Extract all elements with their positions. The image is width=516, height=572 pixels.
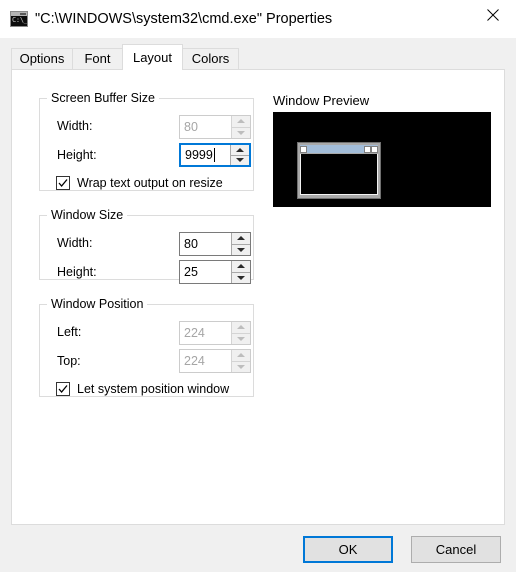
- checkbox-box: [56, 176, 70, 190]
- label-position-top: Top:: [57, 354, 81, 368]
- label-window-width: Width:: [57, 236, 93, 250]
- wrap-text-output-checkbox[interactable]: Wrap text output on resize: [56, 175, 223, 191]
- label-position-left: Left:: [57, 325, 82, 339]
- window-position-top-decrement-button[interactable]: [232, 361, 250, 372]
- label-buffer-width: Width:: [57, 119, 93, 133]
- window-position-left-spin-buttons[interactable]: [231, 322, 250, 344]
- window-position-left-stepper[interactable]: 224: [179, 321, 251, 345]
- preview-close-box: [371, 145, 378, 153]
- window-size-height-stepper[interactable]: 25: [179, 260, 251, 284]
- wrap-text-output-label: Wrap text output on resize: [77, 176, 223, 190]
- let-system-position-window-checkbox[interactable]: Let system position window: [56, 381, 229, 397]
- chevron-down-icon: [236, 158, 244, 163]
- window-title: "C:\WINDOWS\system32\cmd.exe" Properties: [35, 11, 333, 27]
- screen-buffer-width-stepper[interactable]: 80: [179, 115, 251, 139]
- tab-strip: Options Font Layout Colors: [11, 44, 505, 70]
- tab-options[interactable]: Options: [11, 48, 73, 70]
- group-window-size: Window Size Width: 80 Height: 25: [39, 208, 254, 284]
- chevron-up-icon: [236, 147, 244, 152]
- screen-buffer-height-spin-buttons[interactable]: [230, 145, 249, 165]
- chevron-up-icon: [237, 119, 245, 124]
- label-window-height: Height:: [57, 265, 97, 279]
- screen-buffer-height-text: 9999: [185, 148, 213, 162]
- label-buffer-height: Height:: [57, 148, 97, 162]
- screen-buffer-width-decrement-button[interactable]: [232, 127, 250, 138]
- cmd-icon-text: C:\_: [12, 16, 28, 24]
- preview-window-titlebar: [300, 145, 378, 153]
- screen-buffer-height-increment-button[interactable]: [231, 145, 249, 156]
- window-position-left-value[interactable]: 224: [180, 322, 231, 344]
- window-position-top-increment-button[interactable]: [232, 350, 250, 362]
- window-size-width-spin-buttons[interactable]: [231, 233, 250, 255]
- ok-button[interactable]: OK: [303, 536, 393, 563]
- preview-minimize-box: [364, 145, 371, 153]
- window-size-height-spin-buttons[interactable]: [231, 261, 250, 283]
- window-position-top-stepper[interactable]: 224: [179, 349, 251, 373]
- window-position-left-decrement-button[interactable]: [232, 333, 250, 344]
- window-size-width-value[interactable]: 80: [180, 233, 231, 255]
- screen-buffer-height-decrement-button[interactable]: [231, 155, 249, 165]
- chevron-down-icon: [237, 275, 245, 280]
- preview-window-mockup: [297, 142, 381, 199]
- tab-font[interactable]: Font: [72, 48, 123, 70]
- screen-buffer-height-stepper[interactable]: 9999: [179, 143, 251, 167]
- text-caret: [213, 148, 215, 162]
- group-label-screen-buffer-size: Screen Buffer Size: [47, 91, 159, 106]
- chevron-down-icon: [237, 336, 245, 341]
- chevron-up-icon: [237, 353, 245, 358]
- group-label-window-size: Window Size: [47, 208, 128, 223]
- window-size-width-decrement-button[interactable]: [232, 244, 250, 255]
- group-screen-buffer-size: Screen Buffer Size Width: 80 Height: 999…: [39, 91, 254, 191]
- screen-buffer-width-spin-buttons[interactable]: [231, 116, 250, 138]
- screen-buffer-width-value[interactable]: 80: [180, 116, 231, 138]
- screen-buffer-width-increment-button[interactable]: [232, 116, 250, 128]
- chevron-down-icon: [237, 364, 245, 369]
- window-position-top-spin-buttons[interactable]: [231, 350, 250, 372]
- checkbox-box: [56, 382, 70, 396]
- title-bar: C:\_ "C:\WINDOWS\system32\cmd.exe" Prope…: [0, 0, 516, 39]
- group-label-window-position: Window Position: [47, 297, 148, 312]
- window-preview-title: Window Preview: [273, 93, 370, 108]
- preview-system-menu-box: [300, 145, 307, 153]
- chevron-down-icon: [237, 247, 245, 252]
- tab-layout[interactable]: Layout: [122, 44, 183, 70]
- screen-buffer-height-value[interactable]: 9999: [181, 145, 230, 165]
- preview-window-body: [300, 154, 378, 195]
- window-size-height-increment-button[interactable]: [232, 261, 250, 273]
- window-position-left-increment-button[interactable]: [232, 322, 250, 334]
- window-size-width-stepper[interactable]: 80: [179, 232, 251, 256]
- window-size-height-decrement-button[interactable]: [232, 272, 250, 283]
- chevron-up-icon: [237, 264, 245, 269]
- let-system-position-window-label: Let system position window: [77, 382, 230, 396]
- close-icon[interactable]: [470, 0, 516, 30]
- group-window-position: Window Position Left: 224 Top: 224 Let s…: [39, 297, 254, 397]
- tab-colors[interactable]: Colors: [182, 48, 239, 70]
- chevron-down-icon: [237, 130, 245, 135]
- cancel-button[interactable]: Cancel: [411, 536, 501, 563]
- cmd-console-icon: C:\_: [10, 11, 28, 27]
- window-size-height-value[interactable]: 25: [180, 261, 231, 283]
- window-preview-screen: [273, 112, 491, 207]
- window-size-width-increment-button[interactable]: [232, 233, 250, 245]
- chevron-up-icon: [237, 236, 245, 241]
- chevron-up-icon: [237, 325, 245, 330]
- window-position-top-value[interactable]: 224: [180, 350, 231, 372]
